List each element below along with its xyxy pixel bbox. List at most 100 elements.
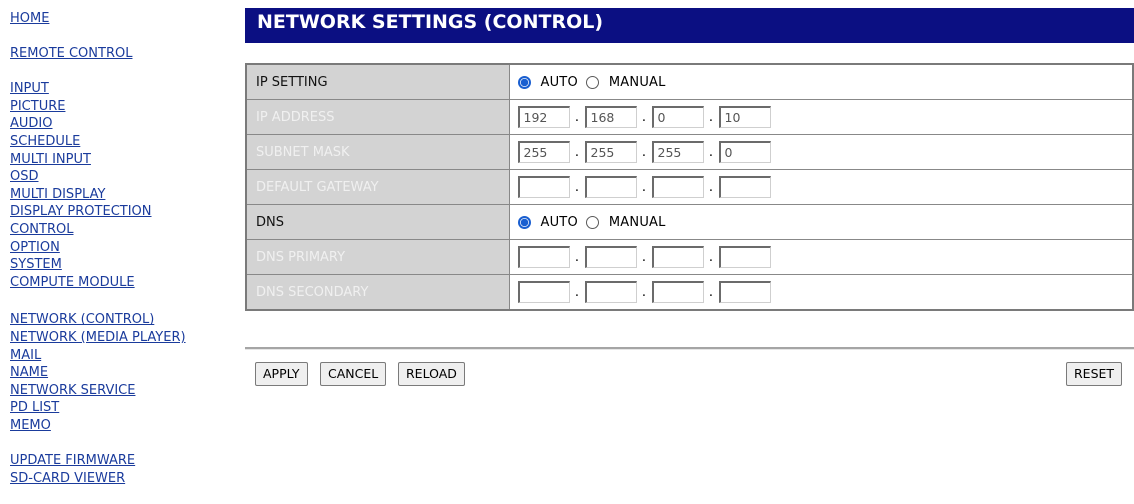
default-gateway-label: DEFAULT GATEWAY [245,169,510,205]
nav-link-pd-list[interactable]: PD LIST [10,399,235,417]
dns-secondary-field: . . . [517,281,1133,303]
nav-link-network-control[interactable]: NETWORK (CONTROL) [10,311,235,329]
dns-secondary-octet-2[interactable] [584,281,637,303]
dns-auto-label[interactable]: AUTO [541,215,578,230]
dns-manual-radio[interactable] [585,215,599,229]
default-gateway-octet-1[interactable] [517,176,570,198]
nav-link-network-service[interactable]: NETWORK SERVICE [10,382,235,400]
ip-setting-auto-radio[interactable] [517,75,531,89]
octet-separator: . [641,179,647,195]
dns-label: DNS [245,204,510,240]
row-subnet-mask: SUBNET MASK 255 . 255 . 255 . 0 [245,134,1134,170]
octet-separator: . [574,144,580,160]
octet-separator: . [708,144,714,160]
nav-group-settings: INPUT PICTURE AUDIO SCHEDULE MULTI INPUT… [10,80,235,291]
ip-address-field: 192 . 168 . 0 . 10 [517,106,1133,128]
dns-secondary-octet-4[interactable] [718,281,771,303]
nav-link-mail[interactable]: MAIL [10,347,235,365]
apply-button[interactable]: APPLY [255,362,308,386]
divider [245,347,1134,350]
octet-separator: . [708,249,714,265]
nav-link-memo[interactable]: MEMO [10,417,235,435]
dns-secondary-octet-3[interactable] [651,281,704,303]
nav-link-multi-display[interactable]: MULTI DISPLAY [10,186,235,204]
dns-primary-octet-2[interactable] [584,246,637,268]
octet-separator: . [574,284,580,300]
nav-group-network: NETWORK (CONTROL) NETWORK (MEDIA PLAYER)… [10,311,235,434]
ip-setting-value: AUTO MANUAL [508,63,1134,100]
dns-primary-octet-3[interactable] [651,246,704,268]
nav-link-osd[interactable]: OSD [10,168,235,186]
dns-primary-value: . . . [508,239,1134,275]
dns-primary-field: . . . [517,246,1133,268]
network-settings-table: IP SETTING AUTO MANUAL IP ADDRESS 192 . … [245,63,1134,311]
nav-group-home: HOME [10,10,235,28]
dns-auto-radio[interactable] [517,215,531,229]
nav-link-remote-control[interactable]: REMOTE CONTROL [10,45,235,63]
default-gateway-octet-4[interactable] [718,176,771,198]
nav-link-home[interactable]: HOME [10,10,235,28]
ip-setting-auto-label[interactable]: AUTO [541,75,578,90]
nav-link-network-media-player[interactable]: NETWORK (MEDIA PLAYER) [10,329,235,347]
row-dns-primary: DNS PRIMARY . . . [245,239,1134,275]
subnet-mask-octet-2[interactable]: 255 [584,141,637,163]
octet-separator: . [708,109,714,125]
nav-link-picture[interactable]: PICTURE [10,98,235,116]
dns-manual-label[interactable]: MANUAL [609,215,666,230]
nav-link-update-firmware[interactable]: UPDATE FIRMWARE [10,452,235,470]
nav-link-compute-module[interactable]: COMPUTE MODULE [10,274,235,292]
page-title: NETWORK SETTINGS (CONTROL) [245,8,1134,43]
row-default-gateway: DEFAULT GATEWAY . . . [245,169,1134,205]
dns-primary-label: DNS PRIMARY [245,239,510,275]
nav-link-input[interactable]: INPUT [10,80,235,98]
subnet-mask-field: 255 . 255 . 255 . 0 [517,141,1133,163]
octet-separator: . [708,284,714,300]
octet-separator: . [708,179,714,195]
nav-link-control[interactable]: CONTROL [10,221,235,239]
octet-separator: . [641,284,647,300]
dns-primary-octet-1[interactable] [517,246,570,268]
dns-secondary-value: . . . [508,274,1134,311]
nav-link-audio[interactable]: AUDIO [10,115,235,133]
row-dns-secondary: DNS SECONDARY . . . [245,274,1134,311]
row-dns: DNS AUTO MANUAL [245,204,1134,240]
octet-separator: . [641,249,647,265]
nav-link-display-protection[interactable]: DISPLAY PROTECTION [10,203,235,221]
nav-link-schedule[interactable]: SCHEDULE [10,133,235,151]
ip-address-label: IP ADDRESS [245,99,510,135]
dns-secondary-octet-1[interactable] [517,281,570,303]
cancel-button[interactable]: CANCEL [320,362,387,386]
subnet-mask-octet-1[interactable]: 255 [517,141,570,163]
ip-setting-manual-radio[interactable] [585,75,599,89]
reload-button[interactable]: RELOAD [398,362,465,386]
reset-button[interactable]: RESET [1066,362,1123,386]
dns-primary-octet-4[interactable] [718,246,771,268]
ip-setting-manual-label[interactable]: MANUAL [609,75,666,90]
ip-address-octet-3[interactable]: 0 [651,106,704,128]
sidebar-nav: HOME REMOTE CONTROL INPUT PICTURE AUDIO … [10,10,235,504]
subnet-mask-value: 255 . 255 . 255 . 0 [508,134,1134,170]
subnet-mask-octet-3[interactable]: 255 [651,141,704,163]
octet-separator: . [574,179,580,195]
nav-link-multi-input[interactable]: MULTI INPUT [10,151,235,169]
default-gateway-octet-2[interactable] [584,176,637,198]
nav-link-option[interactable]: OPTION [10,239,235,257]
dns-secondary-label: DNS SECONDARY [245,274,510,311]
nav-link-name[interactable]: NAME [10,364,235,382]
octet-separator: . [574,109,580,125]
dns-radio-group: AUTO MANUAL [517,215,1133,230]
row-ip-address: IP ADDRESS 192 . 168 . 0 . 10 [245,99,1134,135]
nav-link-sd-card-viewer[interactable]: SD-CARD VIEWER [10,470,235,488]
ip-setting-label: IP SETTING [245,63,510,100]
subnet-mask-octet-4[interactable]: 0 [718,141,771,163]
ip-address-octet-4[interactable]: 10 [718,106,771,128]
octet-separator: . [641,144,647,160]
ip-address-octet-1[interactable]: 192 [517,106,570,128]
octet-separator: . [641,109,647,125]
nav-group-remote: REMOTE CONTROL [10,45,235,63]
default-gateway-octet-3[interactable] [651,176,704,198]
dns-value: AUTO MANUAL [508,204,1134,240]
ip-address-octet-2[interactable]: 168 [584,106,637,128]
nav-link-system[interactable]: SYSTEM [10,256,235,274]
ip-setting-radio-group: AUTO MANUAL [517,75,1133,90]
